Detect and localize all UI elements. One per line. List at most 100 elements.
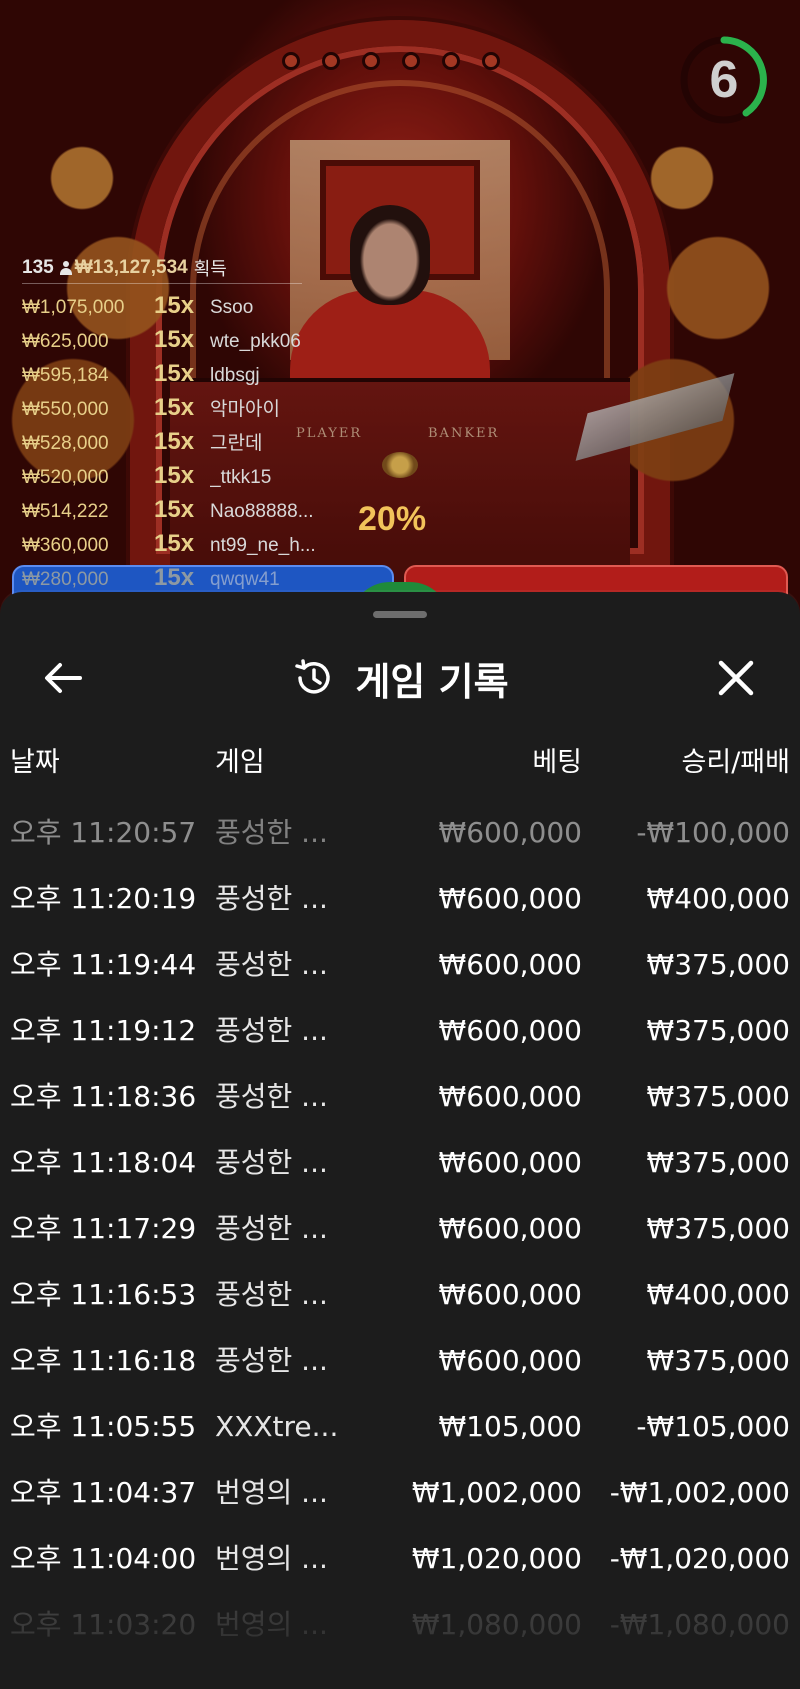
- history-row[interactable]: 오후 11:17:29 풍성한 ... ₩600,000 ₩375,000: [0, 1196, 800, 1262]
- winner-amount: ₩595,184: [22, 365, 109, 386]
- history-game: 번영의 ...: [215, 1542, 328, 1575]
- history-win-loss: ₩375,000: [646, 1212, 790, 1245]
- history-bet: ₩105,000: [438, 1410, 582, 1443]
- column-header-date: 날짜: [10, 747, 60, 778]
- column-header-bet: 베팅: [532, 747, 582, 778]
- winner-multiplier: 15x: [154, 564, 195, 591]
- sheet-title: 게임 기록: [355, 659, 509, 704]
- history-date: 오후 11:04:00: [10, 1542, 197, 1575]
- history-date: 오후 11:20:57: [10, 816, 197, 849]
- back-button[interactable]: [36, 650, 92, 706]
- history-row[interactable]: 오후 11:04:37 번영의 ... ₩1,002,000 -₩1,002,000: [0, 1460, 800, 1526]
- history-win-loss: ₩375,000: [646, 1146, 790, 1179]
- history-bet: ₩1,020,000: [411, 1542, 582, 1575]
- countdown-number: 6: [709, 51, 739, 109]
- multiplier-badge: 20%: [358, 500, 427, 538]
- sheet-header: 게임 기록: [0, 628, 800, 728]
- winner-amount: ₩360,000: [22, 535, 109, 556]
- history-table-body: 오후 11:20:57 풍성한 ... ₩600,000 -₩100,000 오후 11…: [0, 800, 800, 1658]
- history-bet: ₩600,000: [438, 1212, 582, 1245]
- history-win-loss: -₩1,020,000: [609, 1542, 790, 1575]
- winner-multiplier: 15x: [154, 292, 195, 319]
- winner-username: 악마아이: [210, 399, 280, 420]
- history-win-loss: -₩100,000: [636, 816, 790, 849]
- history-table-header: 날짜 게임 베팅 승리/패배: [0, 740, 800, 800]
- winner-amount: ₩280,000: [22, 569, 109, 590]
- history-bet: ₩600,000: [438, 1146, 582, 1179]
- history-game: 풍성한 ...: [215, 1212, 328, 1245]
- history-date: 오후 11:17:29: [10, 1212, 197, 1245]
- history-date: 오후 11:18:04: [10, 1146, 197, 1179]
- history-row[interactable]: 오후 11:19:44 풍성한 ... ₩600,000 ₩375,000: [0, 932, 800, 998]
- column-header-win-loss: 승리/패배: [681, 747, 790, 778]
- history-date: 오후 11:16:53: [10, 1278, 197, 1311]
- history-game: 풍성한 ...: [215, 1080, 328, 1113]
- countdown-timer: 6: [676, 32, 772, 128]
- history-win-loss: ₩375,000: [646, 1344, 790, 1377]
- history-game: 풍성한 ...: [215, 882, 328, 915]
- history-row[interactable]: 오후 11:16:53 풍성한 ... ₩600,000 ₩400,000: [0, 1262, 800, 1328]
- history-win-loss: -₩105,000: [636, 1410, 790, 1443]
- history-date: 오후 11:18:36: [10, 1080, 197, 1113]
- history-date: 오후 11:03:20: [10, 1608, 197, 1641]
- history-row[interactable]: 오후 11:18:04 풍성한 ... ₩600,000 ₩375,000: [0, 1130, 800, 1196]
- winners-count: 135: [22, 256, 54, 278]
- history-row[interactable]: 오후 11:05:55 XXXtre... ₩105,000 -₩105,000: [0, 1394, 800, 1460]
- history-icon: [295, 659, 331, 694]
- history-row[interactable]: 오후 11:04:00 번영의 ... ₩1,020,000 -₩1,020,000: [0, 1526, 800, 1592]
- game-history-sheet: 게임 기록 날짜 게임 베팅 승리/패배 오후 11:20:57 풍성한 ... ₩…: [0, 592, 800, 1689]
- history-win-loss: ₩400,000: [646, 882, 790, 915]
- history-bet: ₩600,000: [438, 1014, 582, 1047]
- history-date: 오후 11:04:37: [10, 1476, 197, 1509]
- history-game: 풍성한 ...: [215, 948, 328, 981]
- history-date: 오후 11:19:12: [10, 1014, 197, 1047]
- winner-username: _ttkk15: [210, 467, 272, 488]
- winner-multiplier: 15x: [154, 428, 195, 455]
- history-win-loss: -₩1,002,000: [609, 1476, 790, 1509]
- winner-multiplier: 15x: [154, 496, 195, 523]
- history-bet: ₩600,000: [438, 1080, 582, 1113]
- history-date: 오후 11:05:55: [10, 1410, 197, 1443]
- history-row[interactable]: 오후 11:03:20 번영의 ... ₩1,080,000 -₩1,080,000: [0, 1592, 800, 1658]
- history-win-loss: ₩375,000: [646, 948, 790, 981]
- history-win-loss: ₩375,000: [646, 1080, 790, 1113]
- history-row[interactable]: 오후 11:20:19 풍성한 ... ₩600,000 ₩400,000: [0, 866, 800, 932]
- history-date: 오후 11:20:19: [10, 882, 197, 915]
- winner-username: 그란데: [210, 433, 263, 454]
- history-bet: ₩600,000: [438, 1278, 582, 1311]
- winner-row: ₩1,075,000 15x Ssoo: [22, 292, 342, 326]
- history-bet: ₩1,080,000: [411, 1608, 582, 1641]
- winner-multiplier: 15x: [154, 326, 195, 353]
- winner-amount: ₩520,000: [22, 467, 109, 488]
- history-win-loss: -₩1,080,000: [609, 1608, 790, 1641]
- winner-row: ₩360,000 15x nt99_ne_h...: [22, 530, 342, 564]
- history-win-loss: ₩400,000: [646, 1278, 790, 1311]
- close-button[interactable]: [708, 650, 764, 706]
- history-row[interactable]: 오후 11:19:12 풍성한 ... ₩600,000 ₩375,000: [0, 998, 800, 1064]
- history-game: XXXtre...: [215, 1410, 339, 1443]
- history-bet: ₩600,000: [438, 882, 582, 915]
- history-game: 풍성한 ...: [215, 1146, 328, 1179]
- history-game: 풍성한 ...: [215, 1344, 328, 1377]
- person-icon: [59, 260, 72, 275]
- winner-username: qwqw41: [210, 569, 280, 590]
- history-row[interactable]: 오후 11:16:18 풍성한 ... ₩600,000 ₩375,000: [0, 1328, 800, 1394]
- winners-summary: 135 ₩13,127,534 획득: [22, 256, 302, 284]
- winner-multiplier: 15x: [154, 530, 195, 557]
- winner-username: ldbsgj: [210, 365, 260, 386]
- history-game: 풍성한 ...: [215, 1014, 328, 1047]
- sheet-drag-handle[interactable]: [373, 611, 427, 618]
- winner-row: ₩514,222 15x Nao88888...: [22, 496, 342, 530]
- history-game: 풍성한 ...: [215, 1278, 328, 1311]
- winner-row: ₩520,000 15x _ttkk15: [22, 462, 342, 496]
- history-row[interactable]: 오후 11:18:36 풍성한 ... ₩600,000 ₩375,000: [0, 1064, 800, 1130]
- winners-list: 135 ₩13,127,534 획득 ₩1,075,000 15x Ssoo ₩625…: [22, 256, 342, 598]
- column-header-game: 게임: [215, 747, 265, 778]
- winner-multiplier: 15x: [154, 394, 195, 421]
- history-bet: ₩600,000: [438, 816, 582, 849]
- winner-multiplier: 15x: [154, 360, 195, 387]
- history-row[interactable]: 오후 11:20:57 풍성한 ... ₩600,000 -₩100,000: [0, 800, 800, 866]
- winner-amount: ₩1,075,000: [22, 297, 125, 318]
- winner-username: Nao88888...: [210, 501, 314, 522]
- live-video-stage: PLAYER BANKER 6 135 ₩13,127,534 획득 ₩1,07…: [0, 0, 800, 620]
